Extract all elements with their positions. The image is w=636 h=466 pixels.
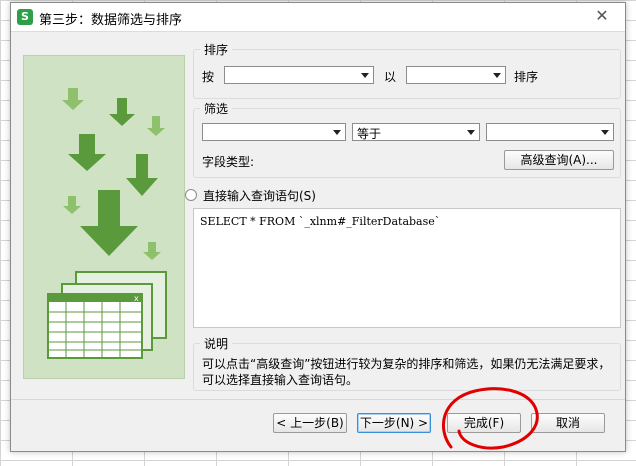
svg-text:x: x [134, 294, 139, 303]
query-text: SELECT * FROM `_xlnm#_FilterDatabase` [200, 215, 441, 228]
description-text: 可以点击“高级查询”按钮进行较为复杂的排序和筛选，如果仍无法满足要求，可以选择直… [202, 357, 611, 387]
red-annotation-circle [442, 387, 539, 450]
field-type-label: 字段类型: [202, 155, 255, 169]
chevron-down-icon [361, 73, 369, 78]
direct-query-label[interactable]: 直接输入查询语句(S) [203, 187, 316, 204]
sort-suffix-label: 排序 [514, 70, 539, 84]
dialog-title: 第三步：数据筛选与排序 [39, 13, 183, 28]
chevron-down-icon [333, 130, 341, 135]
sort-then-label: 以 [384, 70, 397, 84]
sort-field-select[interactable] [224, 66, 374, 84]
filter-criteria-select[interactable] [486, 123, 614, 141]
title-bar: S 第三步：数据筛选与排序 ✕ [11, 3, 625, 32]
next-button[interactable]: 下一步(N) > [357, 413, 431, 433]
spreadsheet-stack-icon: x [47, 271, 167, 359]
chevron-down-icon [467, 130, 475, 135]
large-arrow-icon [68, 98, 158, 256]
chevron-down-icon [601, 130, 609, 135]
close-button[interactable]: ✕ [585, 7, 619, 25]
sort-by-label: 按 [202, 70, 215, 84]
app-logo-icon: S [17, 9, 33, 25]
query-wizard-dialog: S 第三步：数据筛选与排序 ✕ x 排序 按 以 排序 筛选 等于 字段类型: … [10, 2, 626, 452]
description-group-title: 说明 [200, 335, 233, 352]
sort-group: 排序 按 以 排序 [193, 41, 621, 99]
filter-field-select[interactable] [202, 123, 346, 141]
sort-group-title: 排序 [200, 41, 233, 58]
query-textarea[interactable]: SELECT * FROM `_xlnm#_FilterDatabase` [193, 208, 621, 328]
filter-illustration: x [47, 88, 167, 359]
filter-group-title: 筛选 [200, 100, 233, 117]
description-group: 说明 可以点击“高级查询”按钮进行较为复杂的排序和筛选，如果仍无法满足要求，可以… [193, 335, 621, 391]
chevron-down-icon [493, 73, 501, 78]
direct-query-radio[interactable] [185, 189, 197, 201]
sort-order-select[interactable] [406, 66, 506, 84]
illustration-panel: x [23, 55, 185, 379]
back-button[interactable]: < 上一步(B) [273, 413, 347, 433]
filter-operator-select[interactable]: 等于 [352, 123, 480, 141]
advanced-query-button[interactable]: 高级查询(A)... [504, 150, 614, 170]
filter-group: 筛选 等于 字段类型: 高级查询(A)... [193, 100, 621, 178]
